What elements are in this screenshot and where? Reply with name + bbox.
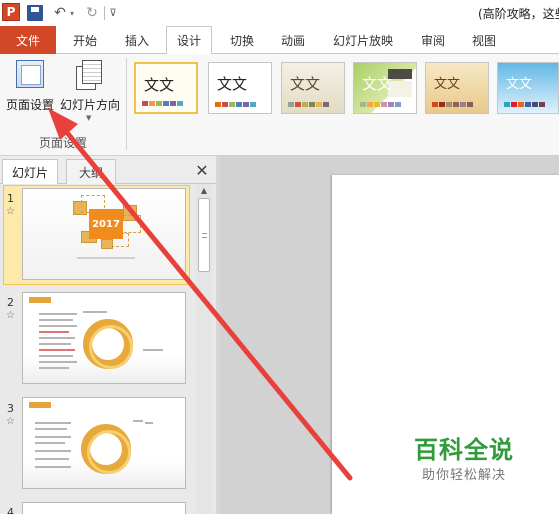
ribbon-divider [126,58,127,150]
theme-color-swatches [288,102,329,107]
quick-access-separator [104,6,105,20]
theme-color-swatches [504,102,545,107]
ribbon-panel: 页面设置 幻灯片方向 ▼ 页面设置 文文 文文 文文 文文 文文 文文 [0,54,559,156]
watermark-subtitle: 助你轻松解决 [421,468,506,483]
slide-number: 2 [7,296,14,309]
close-icon[interactable]: ✕ [192,160,212,180]
diagram-ring [81,424,131,474]
slide-thumbnail-1[interactable]: 2017 [22,188,186,280]
tab-review[interactable]: 审阅 [410,26,456,54]
theme-color-swatches [142,101,183,106]
slide-number: 4 [7,506,14,514]
document-title: (高阶攻略，这些 [478,7,559,21]
tab-design[interactable]: 设计 [166,26,212,55]
theme-thumbnail[interactable]: 文文 [497,62,559,114]
ribbon-tabs: 文件 开始 插入 设计 切换 动画 幻灯片放映 审阅 视图 [0,26,559,55]
theme-thumbnail[interactable]: 文文 [281,62,345,114]
scroll-up-icon[interactable]: ▲ [198,186,210,196]
page-setup-button[interactable]: 页面设置 [2,58,58,128]
theme-sample-text: 文文 [217,75,248,93]
redo-icon[interactable]: ↻ [84,4,100,22]
page-setup-icon [16,60,44,88]
slide-orientation-icon [76,60,102,90]
slide-number: 1 [7,192,14,205]
animation-star-icon: ☆ [6,416,15,427]
slide-thumbnail-2[interactable] [22,292,186,384]
tab-view[interactable]: 视图 [462,26,506,54]
theme-color-swatches [432,102,473,107]
thumbnails-scrollbar[interactable]: ▲ [196,184,212,514]
animation-star-icon: ☆ [6,310,15,321]
theme-sample-text: 文文 [290,75,321,93]
tab-slideshow[interactable]: 幻灯片放映 [322,26,404,54]
save-icon[interactable] [27,5,43,21]
grip-icon [202,233,207,238]
subtitle-line [77,257,135,259]
slide-number: 3 [7,402,14,415]
theme-thumbnail[interactable]: 文文 [208,62,272,114]
customize-quick-access-icon[interactable]: ⊽ [108,4,118,22]
undo-icon[interactable]: ↶ [52,4,68,22]
theme-color-swatches [215,102,256,107]
logo-letter: P [6,5,16,19]
scrollbar-thumb[interactable] [198,198,210,272]
theme-sample-text: 文文 [144,76,175,94]
powerpoint-logo-icon[interactable]: P [2,3,20,21]
theme-thumbnail[interactable]: 文文 [353,62,417,114]
diagram-ring [83,319,133,369]
slide-orientation-label: 幻灯片方向 [59,98,120,112]
theme-sample-text: 文文 [506,77,533,92]
theme-thumbnail[interactable]: 文文 [425,62,489,114]
tab-file[interactable]: 文件 [0,26,56,54]
slide-thumbnails-pane: 1 ☆ 2017 2 ☆ 3 ☆ 4 [0,184,216,514]
tab-outline[interactable]: 大纲 [66,159,116,184]
page-setup-group-label: 页面设置 [38,136,87,150]
title-block: 2017 [89,209,123,239]
tab-slides[interactable]: 幻灯片 [2,159,58,184]
tab-transitions[interactable]: 切换 [220,26,264,54]
slide-header-bar [29,297,51,303]
chevron-down-icon: ▼ [86,114,92,122]
theme-thumbnail[interactable]: 文文 [134,62,198,114]
slide-thumbnail-4[interactable] [22,502,186,514]
watermark-title: 百科全说 [414,436,514,464]
slide-thumbnail-3[interactable] [22,397,186,489]
theme-sample-text: 文文 [362,75,393,93]
title-bar: P ↶ ▾ ↻ ⊽ (高阶攻略，这些 [0,0,559,26]
slide-year: 2017 [92,218,120,230]
theme-sample-text: 文文 [434,77,461,92]
tab-home[interactable]: 开始 [60,26,110,54]
tab-insert[interactable]: 插入 [112,26,162,54]
page-setup-label: 页面设置 [5,98,54,112]
animation-star-icon: ☆ [6,206,15,217]
theme-color-swatches [360,102,401,107]
slides-pane-tabs: 幻灯片 大纲 ✕ [0,156,216,184]
watermark: 百科全说 助你轻松解决 [394,422,534,488]
undo-dropdown-icon[interactable]: ▾ [68,4,76,22]
tab-animations[interactable]: 动画 [270,26,316,54]
slide-orientation-button[interactable]: 幻灯片方向 ▼ [58,58,122,128]
slide-header-bar [29,402,51,408]
